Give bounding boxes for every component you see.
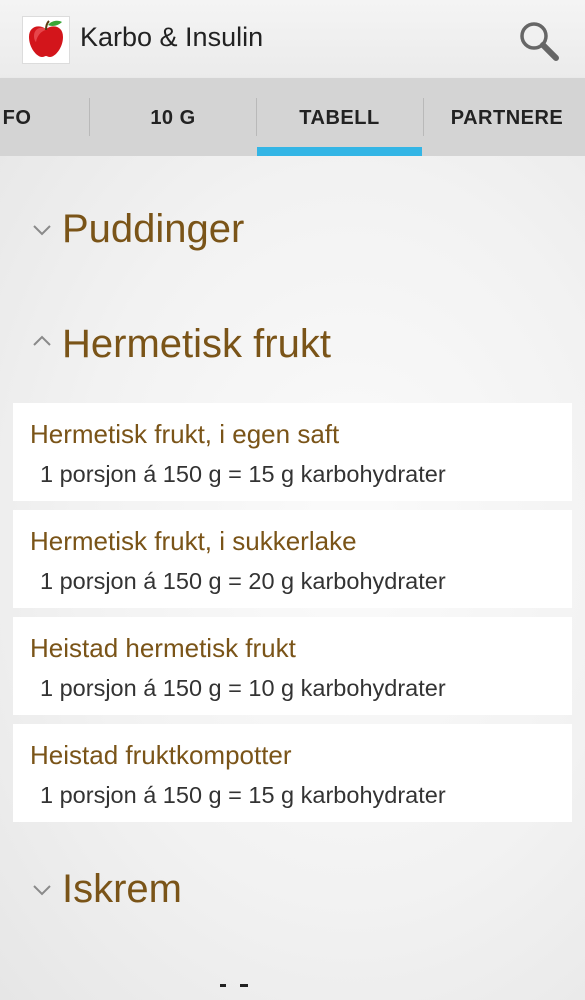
- chevron-down-icon: [33, 225, 51, 236]
- search-button[interactable]: [516, 18, 562, 64]
- list-item[interactable]: Hermetisk frukt, i egen saft 1 porsjon á…: [13, 403, 572, 501]
- section-title: Puddinger: [62, 207, 245, 251]
- item-detail: 1 porsjon á 150 g = 20 g karbohydrater: [40, 568, 446, 594]
- clipped-text-fragment: [220, 984, 226, 987]
- section-header-hermetisk-frukt[interactable]: Hermetisk frukt: [0, 319, 585, 389]
- item-name: Hermetisk frukt, i egen saft: [30, 419, 340, 449]
- item-name: Heistad fruktkompotter: [30, 740, 292, 770]
- list-item[interactable]: Heistad hermetisk frukt 1 porsjon á 150 …: [13, 617, 572, 715]
- tab-bar: FO 10 G TABELL PARTNERE: [0, 78, 585, 156]
- search-icon: [520, 22, 559, 61]
- chevron-down-icon: [33, 885, 51, 896]
- apple-icon: [23, 17, 69, 63]
- item-detail: 1 porsjon á 150 g = 15 g karbohydrater: [40, 782, 446, 808]
- section-header-iskrem[interactable]: Iskrem: [0, 864, 585, 934]
- section-header-puddinger[interactable]: Puddinger: [0, 204, 585, 274]
- chevron-up-icon: [33, 335, 51, 346]
- list-item[interactable]: Heistad fruktkompotter 1 porsjon á 150 g…: [13, 724, 572, 822]
- item-name: Heistad hermetisk frukt: [30, 633, 296, 663]
- list-item[interactable]: Hermetisk frukt, i sukkerlake 1 porsjon …: [13, 510, 572, 608]
- expandable-list: Puddinger Hermetisk frukt Hermetisk fruk…: [0, 156, 585, 1000]
- item-detail: 1 porsjon á 150 g = 10 g karbohydrater: [40, 675, 446, 701]
- item-name: Hermetisk frukt, i sukkerlake: [30, 526, 357, 556]
- section-title: Iskrem: [62, 867, 182, 911]
- clipped-text-fragment: [240, 984, 248, 987]
- tab-tabell[interactable]: TABELL: [257, 78, 422, 156]
- app-title: Karbo & Insulin: [80, 22, 264, 52]
- tab-10g[interactable]: 10 G: [90, 78, 256, 156]
- item-detail: 1 porsjon á 150 g = 15 g karbohydrater: [40, 461, 446, 487]
- section-title: Hermetisk frukt: [62, 322, 331, 366]
- action-bar: Karbo & Insulin: [0, 0, 585, 78]
- tab-partnere[interactable]: PARTNERE: [424, 78, 585, 156]
- tab-info[interactable]: FO: [0, 78, 42, 156]
- tab-selected-indicator: [257, 147, 422, 156]
